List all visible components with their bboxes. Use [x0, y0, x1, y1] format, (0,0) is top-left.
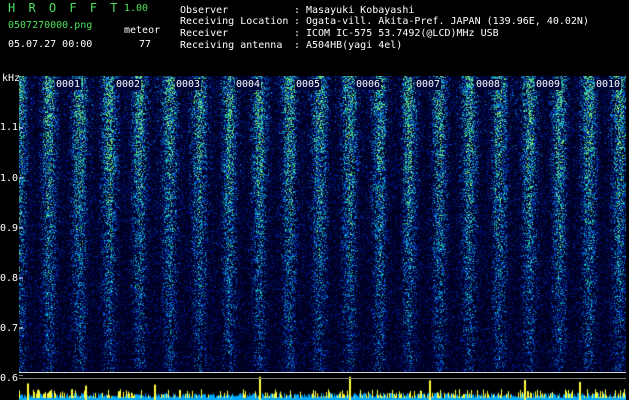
x-tick-label: 0003 [175, 79, 202, 90]
baseline-lower [19, 378, 626, 379]
location-value: Ogata-vill. Akita-Pref. JAPAN (139.96E, … [306, 16, 589, 27]
y-tick-label: 0.8 [0, 273, 19, 284]
antenna-separator: : [294, 40, 301, 51]
x-tick-label: 0006 [355, 79, 382, 90]
frequency-unit: kHz [2, 73, 21, 84]
location-label: Receiving Location [180, 16, 289, 27]
file-name: 0507270000.png [8, 20, 93, 31]
x-tick-label: 0008 [475, 79, 502, 90]
x-tick-label: 0002 [115, 79, 142, 90]
y-axis-ticks [19, 127, 23, 376]
location-separator: : [294, 16, 301, 27]
x-tick-label: 0001 [55, 79, 82, 90]
meteor-count: 77 [139, 39, 152, 50]
y-tick-label: 1.1 [0, 122, 19, 133]
x-tick-label: 0010 [595, 79, 622, 90]
app-version: 1.00 [124, 3, 149, 14]
antenna-value: A504HB(yagi 4el) [306, 40, 403, 51]
y-tick-label: 0.6 [0, 373, 19, 384]
y-tick-label: 1.0 [0, 173, 19, 184]
x-tick-label: 0007 [415, 79, 442, 90]
x-tick-label: 0004 [235, 79, 262, 90]
antenna-label: Receiving antenna [180, 40, 283, 51]
receiver-value: ICOM IC-575 53.7492(@LCD)MHz USB [306, 28, 499, 39]
spectrogram [19, 76, 626, 400]
receiver-label: Receiver [180, 28, 229, 39]
receiver-separator: : [294, 28, 301, 39]
spectrogram-canvas [19, 76, 626, 400]
app-brand: H R O F F T [8, 1, 121, 15]
y-tick-label: 0.7 [0, 323, 19, 334]
x-tick-label: 0009 [535, 79, 562, 90]
hroft-window: H R O F F T 1.00 0507270000.png meteor 0… [0, 0, 629, 400]
x-tick-label: 0005 [295, 79, 322, 90]
y-tick-label: 0.9 [0, 223, 19, 234]
baseline-upper [19, 372, 626, 373]
meteor-label: meteor [124, 25, 161, 36]
date-time: 05.07.27 00:00 [8, 39, 93, 50]
